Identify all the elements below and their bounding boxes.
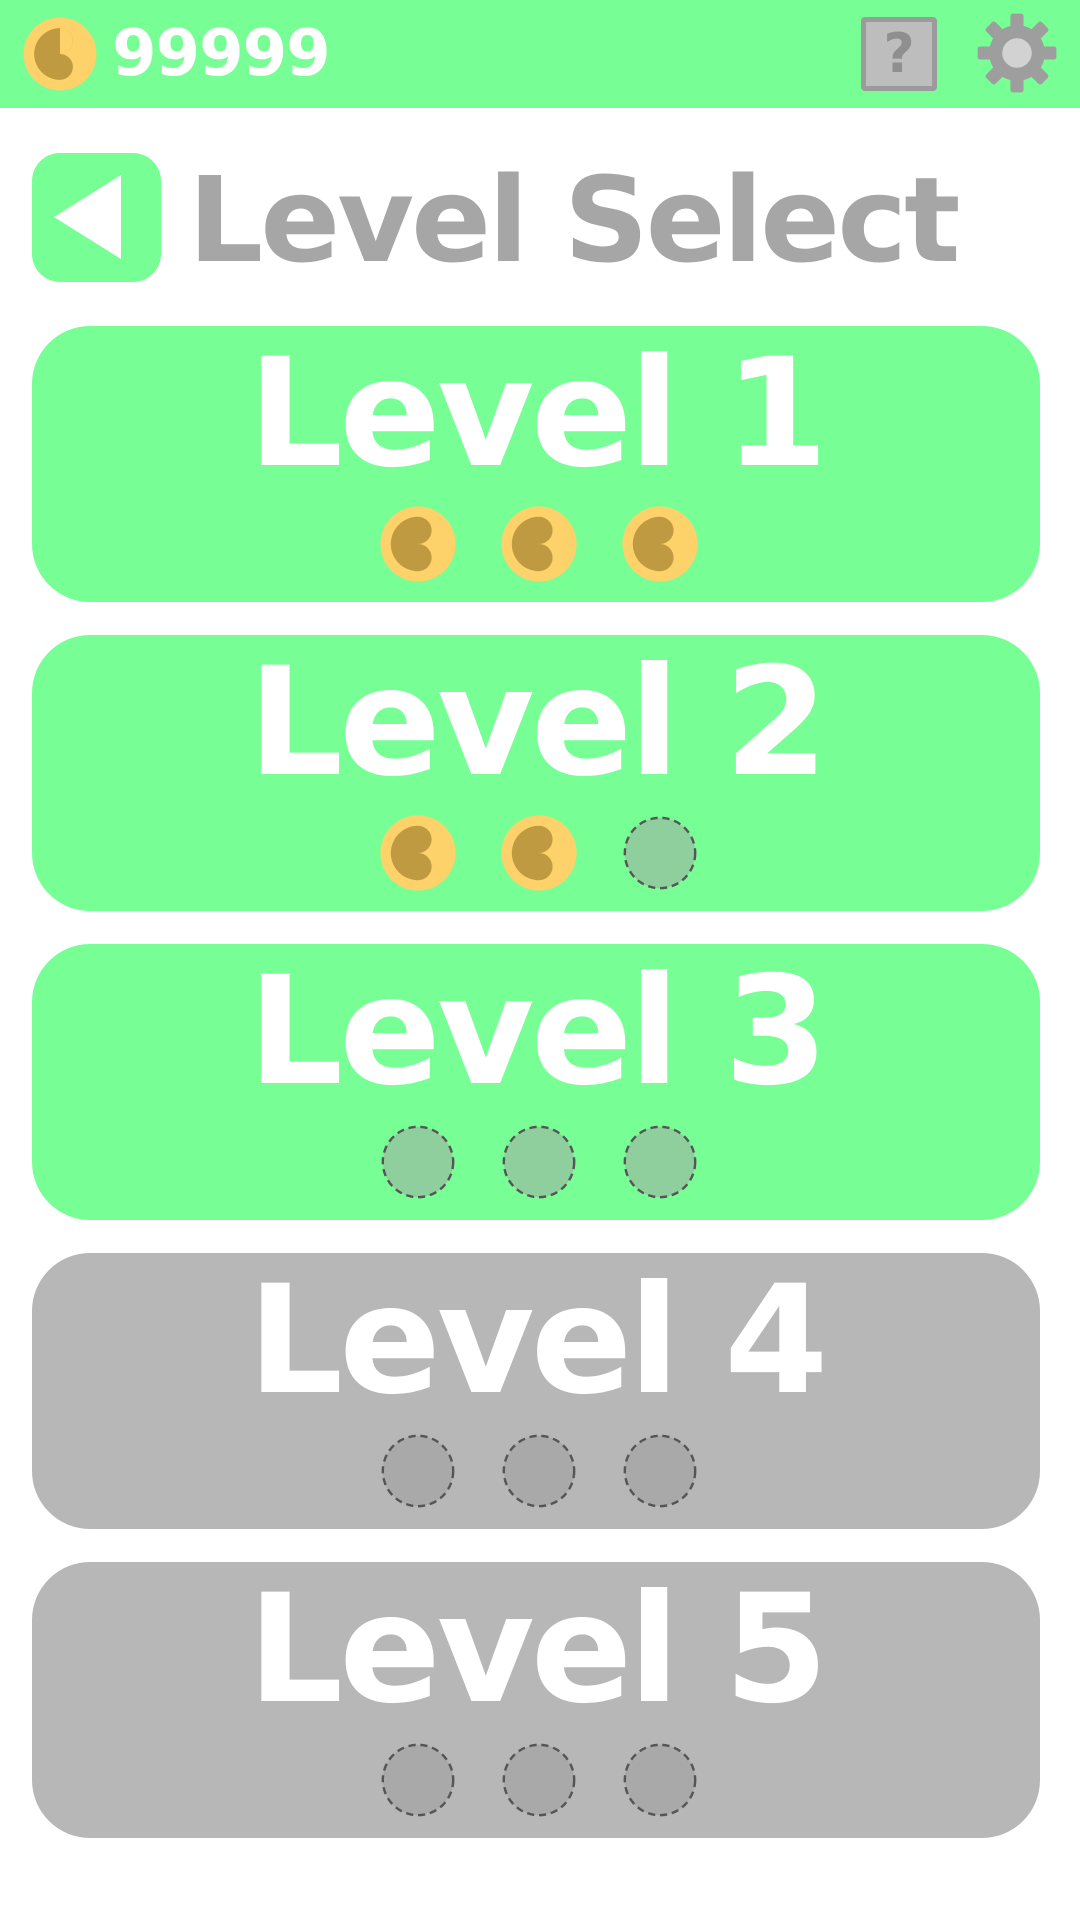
coin-icon xyxy=(622,506,698,582)
star-slot xyxy=(378,1740,458,1820)
level-card-4[interactable]: Level 4 xyxy=(32,1253,1040,1529)
star-slot xyxy=(378,504,458,584)
gear-icon xyxy=(977,13,1057,93)
star-slot xyxy=(499,1740,579,1820)
level-label: Level 4 xyxy=(247,1254,829,1428)
empty-star-slot-icon xyxy=(623,1125,697,1199)
star-slot xyxy=(378,1431,458,1511)
level-card-3[interactable]: Level 3 xyxy=(32,944,1040,1220)
level-card-5[interactable]: Level 5 xyxy=(32,1562,1040,1838)
empty-star-slot-icon xyxy=(502,1743,576,1817)
level-label: Level 2 xyxy=(247,636,829,810)
level-card-2[interactable]: Level 2 xyxy=(32,635,1040,911)
level-label: Level 5 xyxy=(247,1563,829,1737)
help-icon: ? xyxy=(883,22,915,85)
coin-icon xyxy=(501,506,577,582)
coin-counter: 99999 xyxy=(22,14,331,94)
star-slot xyxy=(378,813,458,893)
level-label: Level 1 xyxy=(247,327,829,501)
star-slot xyxy=(620,504,700,584)
star-slot xyxy=(499,1122,579,1202)
coin-icon xyxy=(380,815,456,891)
star-slot xyxy=(620,1122,700,1202)
empty-star-slot-icon xyxy=(623,1434,697,1508)
star-slot xyxy=(499,1431,579,1511)
coin-icon xyxy=(380,506,456,582)
help-button[interactable]: ? xyxy=(861,17,937,91)
back-arrow-icon xyxy=(54,175,121,259)
star-slot xyxy=(499,504,579,584)
coin-count: 99999 xyxy=(112,17,331,91)
top-bar: 99999 ? xyxy=(0,0,1080,108)
empty-star-slot-icon xyxy=(623,1743,697,1817)
page-title: Level Select xyxy=(188,151,961,289)
star-slot xyxy=(378,1122,458,1202)
empty-star-slot-icon xyxy=(381,1434,455,1508)
star-slot xyxy=(499,813,579,893)
empty-star-slot-icon xyxy=(623,816,697,890)
empty-star-slot-icon xyxy=(381,1125,455,1199)
empty-star-slot-icon xyxy=(502,1125,576,1199)
star-slot xyxy=(620,813,700,893)
empty-star-slot-icon xyxy=(502,1434,576,1508)
star-slot xyxy=(620,1740,700,1820)
coin-icon xyxy=(23,17,97,91)
star-slot xyxy=(620,1431,700,1511)
level-label: Level 3 xyxy=(247,945,829,1119)
empty-star-slot-icon xyxy=(381,1743,455,1817)
back-button[interactable] xyxy=(32,153,161,282)
settings-button[interactable] xyxy=(976,12,1058,94)
coin-icon xyxy=(501,815,577,891)
level-card-1[interactable]: Level 1 xyxy=(32,326,1040,602)
